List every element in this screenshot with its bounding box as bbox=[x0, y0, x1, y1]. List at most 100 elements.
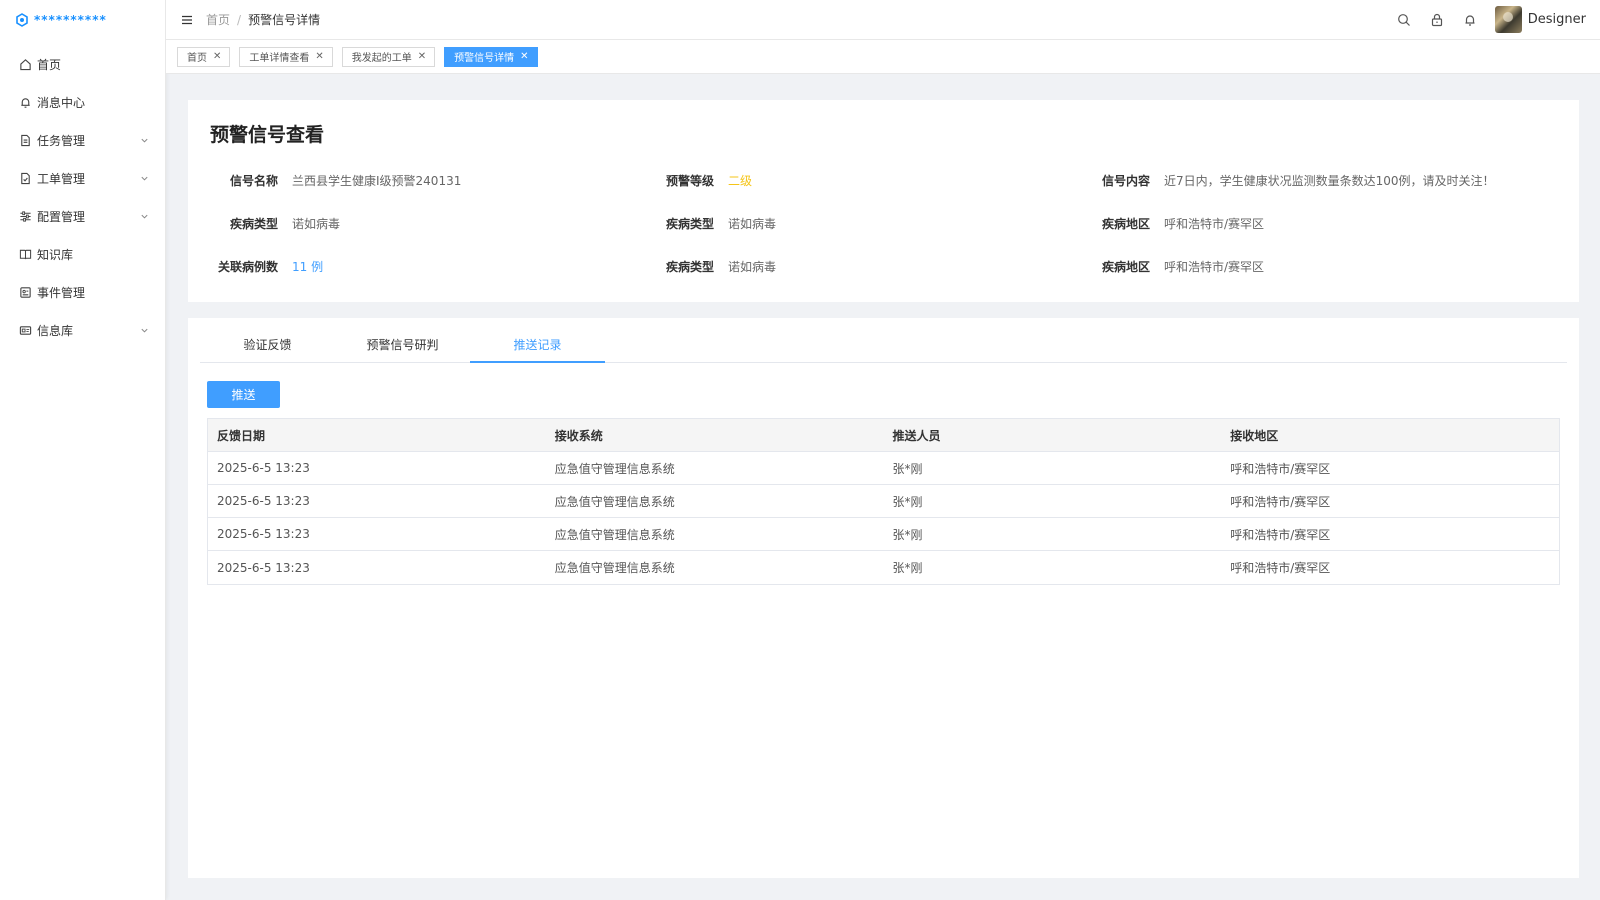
username[interactable]: Designer bbox=[1528, 12, 1586, 27]
table-cell: 张*刚 bbox=[892, 494, 923, 509]
sidebar-item-label: 知识库 bbox=[37, 247, 74, 262]
field-disease-type: 疾病类型 诺如病毒 bbox=[652, 215, 776, 232]
tag-label: 工单详情查看 bbox=[249, 53, 310, 64]
column-header: 反馈日期 bbox=[217, 428, 266, 443]
sidebar-item-workorders[interactable]: 工单管理 bbox=[0, 160, 165, 196]
table-cell: 2025-6-5 13:23 bbox=[217, 560, 310, 575]
push-records-table: 反馈日期 接收系统 推送人员 接收地区 2025-6-5 13:23 应急值守管… bbox=[207, 418, 1560, 585]
detail-tabs: 验证反馈 预警信号研判 推送记录 bbox=[200, 330, 1567, 363]
field-disease-area: 疾病地区 呼和浩特市/赛罕区 bbox=[1088, 258, 1264, 275]
related-cases-link[interactable]: 11 例 bbox=[292, 258, 323, 275]
tag-warning-detail[interactable]: 预警信号详情 ✕ bbox=[444, 46, 538, 67]
avatar[interactable] bbox=[1494, 6, 1522, 33]
field-related-cases: 关联病例数 11 例 bbox=[216, 258, 323, 275]
field-value: 呼和浩特市/赛罕区 bbox=[1164, 260, 1265, 274]
logo[interactable]: ********** bbox=[0, 0, 165, 40]
id-card-icon bbox=[18, 323, 32, 337]
field-label: 疾病类型 bbox=[665, 217, 714, 231]
close-icon[interactable]: ✕ bbox=[315, 51, 323, 62]
sidebar-item-label: 工单管理 bbox=[37, 171, 86, 186]
sidebar-item-config[interactable]: 配置管理 bbox=[0, 198, 165, 234]
menu-toggle-icon[interactable] bbox=[180, 13, 194, 27]
table-row[interactable]: 2025-6-5 13:23 应急值守管理信息系统 张*刚 呼和浩特市/赛罕区 bbox=[208, 452, 1559, 485]
breadcrumb-home[interactable]: 首页 bbox=[206, 11, 230, 28]
sliders-icon bbox=[18, 209, 32, 223]
table-cell: 呼和浩特市/赛罕区 bbox=[1230, 461, 1331, 476]
field-value: 诺如病毒 bbox=[728, 217, 777, 231]
sidebar-item-label: 首页 bbox=[37, 57, 62, 72]
table-cell: 呼和浩特市/赛罕区 bbox=[1230, 561, 1331, 575]
field-label: 信号名称 bbox=[229, 174, 278, 188]
sidebar-item-events[interactable]: 事件管理 bbox=[0, 274, 165, 310]
table-cell: 呼和浩特市/赛罕区 bbox=[1230, 494, 1331, 509]
warning-level-badge: 二级 bbox=[728, 174, 753, 188]
file-check-icon bbox=[18, 171, 32, 185]
tab-push-records[interactable]: 推送记录 bbox=[470, 330, 605, 363]
breadcrumb: 首页 / 预警信号详情 bbox=[206, 11, 320, 28]
field-value: 近7日内，学生健康状况监测数量条数达100例，请及时关注！ bbox=[1164, 174, 1495, 188]
breadcrumb-current: 预警信号详情 bbox=[248, 13, 321, 27]
tag-label: 首页 bbox=[187, 53, 207, 64]
sidebar-item-knowledge[interactable]: 知识库 bbox=[0, 236, 165, 272]
tag-my-workorders[interactable]: 我发起的工单 ✕ bbox=[341, 46, 436, 67]
field-disease-type: 疾病类型 诺如病毒 bbox=[216, 215, 340, 232]
tags-view: 首页 ✕ 工单详情查看 ✕ 我发起的工单 ✕ 预警信号详情 ✕ bbox=[166, 40, 1600, 74]
table-row[interactable]: 2025-6-5 13:23 应急值守管理信息系统 张*刚 呼和浩特市/赛罕区 bbox=[208, 518, 1559, 551]
sidebar: ********** 首页 消息中心 任务管理 工单管理 配置管理 知识库 事件… bbox=[0, 0, 166, 900]
chevron-down-icon bbox=[139, 211, 149, 221]
lock-icon[interactable] bbox=[1429, 12, 1445, 28]
sidebar-item-home[interactable]: 首页 bbox=[0, 46, 165, 82]
field-label: 关联病例数 bbox=[217, 260, 278, 274]
close-icon[interactable]: ✕ bbox=[520, 51, 528, 62]
logo-text: ********** bbox=[34, 13, 107, 27]
chevron-down-icon bbox=[139, 135, 149, 145]
table-row[interactable]: 2025-6-5 13:23 应急值守管理信息系统 张*刚 呼和浩特市/赛罕区 bbox=[208, 551, 1559, 584]
close-icon[interactable]: ✕ bbox=[213, 51, 221, 62]
table-cell: 张*刚 bbox=[892, 527, 923, 542]
field-label: 预警等级 bbox=[665, 174, 714, 188]
sidebar-item-label: 信息库 bbox=[37, 323, 74, 338]
search-icon[interactable] bbox=[1396, 12, 1412, 28]
field-disease-type: 疾病类型 诺如病毒 bbox=[652, 258, 776, 275]
field-value: 诺如病毒 bbox=[292, 217, 341, 231]
push-button[interactable]: 推送 bbox=[207, 381, 280, 408]
tag-workorder-detail[interactable]: 工单详情查看 ✕ bbox=[239, 46, 333, 67]
event-icon bbox=[18, 285, 32, 299]
sidebar-item-label: 任务管理 bbox=[37, 133, 86, 148]
bell-icon[interactable] bbox=[1462, 12, 1478, 28]
field-disease-area: 疾病地区 呼和浩特市/赛罕区 bbox=[1088, 215, 1264, 232]
tab-verify-feedback[interactable]: 验证反馈 bbox=[200, 330, 335, 363]
close-icon[interactable]: ✕ bbox=[418, 51, 426, 62]
sidebar-item-infobase[interactable]: 信息库 bbox=[0, 312, 165, 348]
table-cell: 张*刚 bbox=[892, 461, 923, 476]
tag-home[interactable]: 首页 ✕ bbox=[177, 46, 231, 67]
tab-signal-judgment[interactable]: 预警信号研判 bbox=[335, 330, 470, 363]
column-header: 接收地区 bbox=[1230, 428, 1279, 443]
sidebar-item-tasks[interactable]: 任务管理 bbox=[0, 122, 165, 158]
breadcrumb-separator: / bbox=[237, 12, 242, 27]
table-cell: 应急值守管理信息系统 bbox=[554, 527, 675, 542]
table-row[interactable]: 2025-6-5 13:23 应急值守管理信息系统 张*刚 呼和浩特市/赛罕区 bbox=[208, 485, 1559, 518]
field-signal-name: 信号名称 兰西县学生健康I级预警240131 bbox=[216, 172, 461, 189]
logo-icon bbox=[14, 12, 30, 28]
table-header: 反馈日期 接收系统 推送人员 接收地区 bbox=[208, 419, 1559, 452]
sidebar-item-messages[interactable]: 消息中心 bbox=[0, 84, 165, 120]
chevron-down-icon bbox=[139, 325, 149, 335]
home-icon bbox=[18, 57, 32, 71]
document-icon bbox=[18, 133, 32, 147]
sidebar-item-label: 消息中心 bbox=[37, 95, 86, 110]
field-label: 疾病地区 bbox=[1101, 260, 1150, 274]
book-icon bbox=[18, 247, 32, 261]
field-label: 疾病地区 bbox=[1101, 217, 1150, 231]
field-value: 呼和浩特市/赛罕区 bbox=[1164, 217, 1265, 231]
table-cell: 2025-6-5 13:23 bbox=[217, 494, 310, 508]
column-header: 推送人员 bbox=[892, 428, 941, 443]
chevron-down-icon bbox=[139, 173, 149, 183]
table-cell: 2025-6-5 13:23 bbox=[217, 527, 310, 541]
field-value: 兰西县学生健康I级预警240131 bbox=[292, 174, 462, 188]
field-value: 诺如病毒 bbox=[728, 260, 777, 274]
sidebar-item-label: 配置管理 bbox=[37, 209, 86, 224]
tag-label: 我发起的工单 bbox=[351, 53, 412, 64]
table-cell: 张*刚 bbox=[892, 561, 923, 575]
table-cell: 2025-6-5 13:23 bbox=[217, 461, 310, 475]
